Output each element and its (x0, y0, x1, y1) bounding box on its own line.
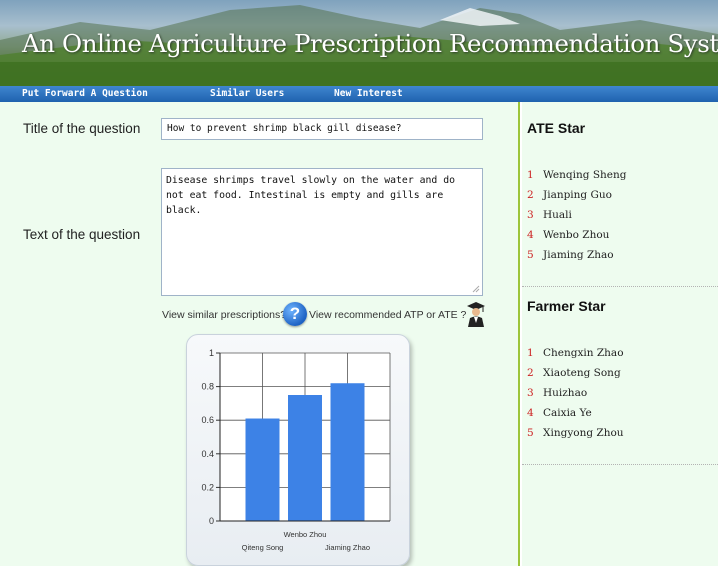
sidebar-divider (522, 464, 718, 465)
farmer-star-name: Caixia Ye (543, 407, 592, 419)
graduate-icon[interactable] (466, 301, 486, 327)
farmer-star-item[interactable]: 4 Caixia Ye (527, 407, 592, 419)
y-tick-label: 0 (209, 516, 214, 526)
farmer-star-item[interactable]: 1 Chengxin Zhao (527, 347, 624, 359)
rank-number: 4 (527, 407, 534, 419)
x-tick-label: Qiteng Song (242, 543, 284, 552)
rank-number: 2 (527, 189, 534, 201)
bar (288, 395, 322, 521)
rank-number: 1 (527, 347, 534, 359)
rank-number: 3 (527, 209, 534, 221)
view-similar-link[interactable]: View similar prescriptions? (162, 309, 286, 321)
ate-star-item[interactable]: 5 Jiaming Zhao (527, 249, 614, 261)
farmer-star-item[interactable]: 2 Xiaoteng Song (527, 367, 621, 379)
bar (245, 418, 280, 521)
ate-star-name: Huali (543, 209, 572, 221)
farmer-star-name: Xiaoteng Song (543, 367, 621, 379)
farmer-star-name: Chengxin Zhao (543, 347, 624, 359)
ate-star-name: Wenbo Zhou (543, 229, 610, 241)
nav-bar: Put Forward A Question Similar Users New… (0, 86, 718, 102)
ate-star-item[interactable]: 2 Jianping Guo (527, 189, 612, 201)
bar (330, 383, 365, 521)
ate-star-item[interactable]: 1 Wenqing Sheng (527, 169, 626, 181)
title-input[interactable]: How to prevent shrimp black gill disease… (161, 118, 483, 140)
ate-star-name: Jianping Guo (543, 189, 612, 201)
y-tick-label: 0.8 (201, 382, 214, 392)
ate-star-heading: ATE Star (527, 120, 586, 136)
y-tick-label: 0.6 (201, 415, 214, 425)
y-tick-label: 1 (209, 348, 214, 358)
rank-number: 5 (527, 249, 534, 261)
nav-similar-users[interactable]: Similar Users (210, 88, 284, 99)
ate-star-item[interactable]: 3 Huali (527, 209, 572, 221)
rank-number: 1 (527, 169, 534, 181)
x-tick-label: Jiaming Zhao (325, 543, 370, 552)
banner: An Online Agriculture Prescription Recom… (0, 0, 718, 86)
chart-panel: 0 0.2 0.4 0.6 0.8 1 Qiteng Song Wenbo Zhou Jiami… (186, 334, 410, 566)
rank-number: 3 (527, 387, 534, 399)
ate-star-name: Wenqing Sheng (543, 169, 627, 181)
nav-put-forward-question[interactable]: Put Forward A Question (22, 88, 148, 99)
question-mark-icon[interactable]: ? (283, 302, 307, 326)
text-label: Text of the question (23, 227, 141, 242)
nav-new-interest[interactable]: New Interest (334, 88, 403, 99)
app-title: An Online Agriculture Prescription Recom… (22, 29, 718, 58)
rank-number: 2 (527, 367, 534, 379)
farmer-star-name: Huizhao (543, 387, 588, 399)
ate-star-name: Jiaming Zhao (543, 249, 614, 261)
y-tick-label: 0.2 (201, 482, 214, 492)
y-tick-label: 0.4 (201, 449, 214, 459)
question-textarea[interactable]: Disease shrimps travel slowly on the wat… (161, 168, 483, 296)
rank-number: 4 (527, 229, 534, 241)
farmer-star-item[interactable]: 3 Huizhao (527, 387, 587, 399)
rank-number: 5 (527, 427, 534, 439)
title-label: Title of the question (23, 121, 141, 136)
bar-chart: 0 0.2 0.4 0.6 0.8 1 Qiteng SongWenbo Zhou Jiami… (201, 348, 391, 552)
farmer-star-name: Xingyong Zhou (543, 427, 624, 439)
resize-grip-icon[interactable] (472, 285, 480, 293)
sidebar-divider (522, 286, 718, 287)
question-text: Disease shrimps travel slowly on the wat… (166, 175, 456, 216)
farmer-star-heading: Farmer Star (527, 298, 606, 314)
x-tick-label: Wenbo Zhou (284, 530, 327, 539)
view-recommended-link[interactable]: View recommended ATP or ATE ? (309, 309, 466, 321)
farmer-star-item[interactable]: 5 Xingyong Zhou (527, 427, 624, 439)
ate-star-item[interactable]: 4 Wenbo Zhou (527, 229, 609, 241)
